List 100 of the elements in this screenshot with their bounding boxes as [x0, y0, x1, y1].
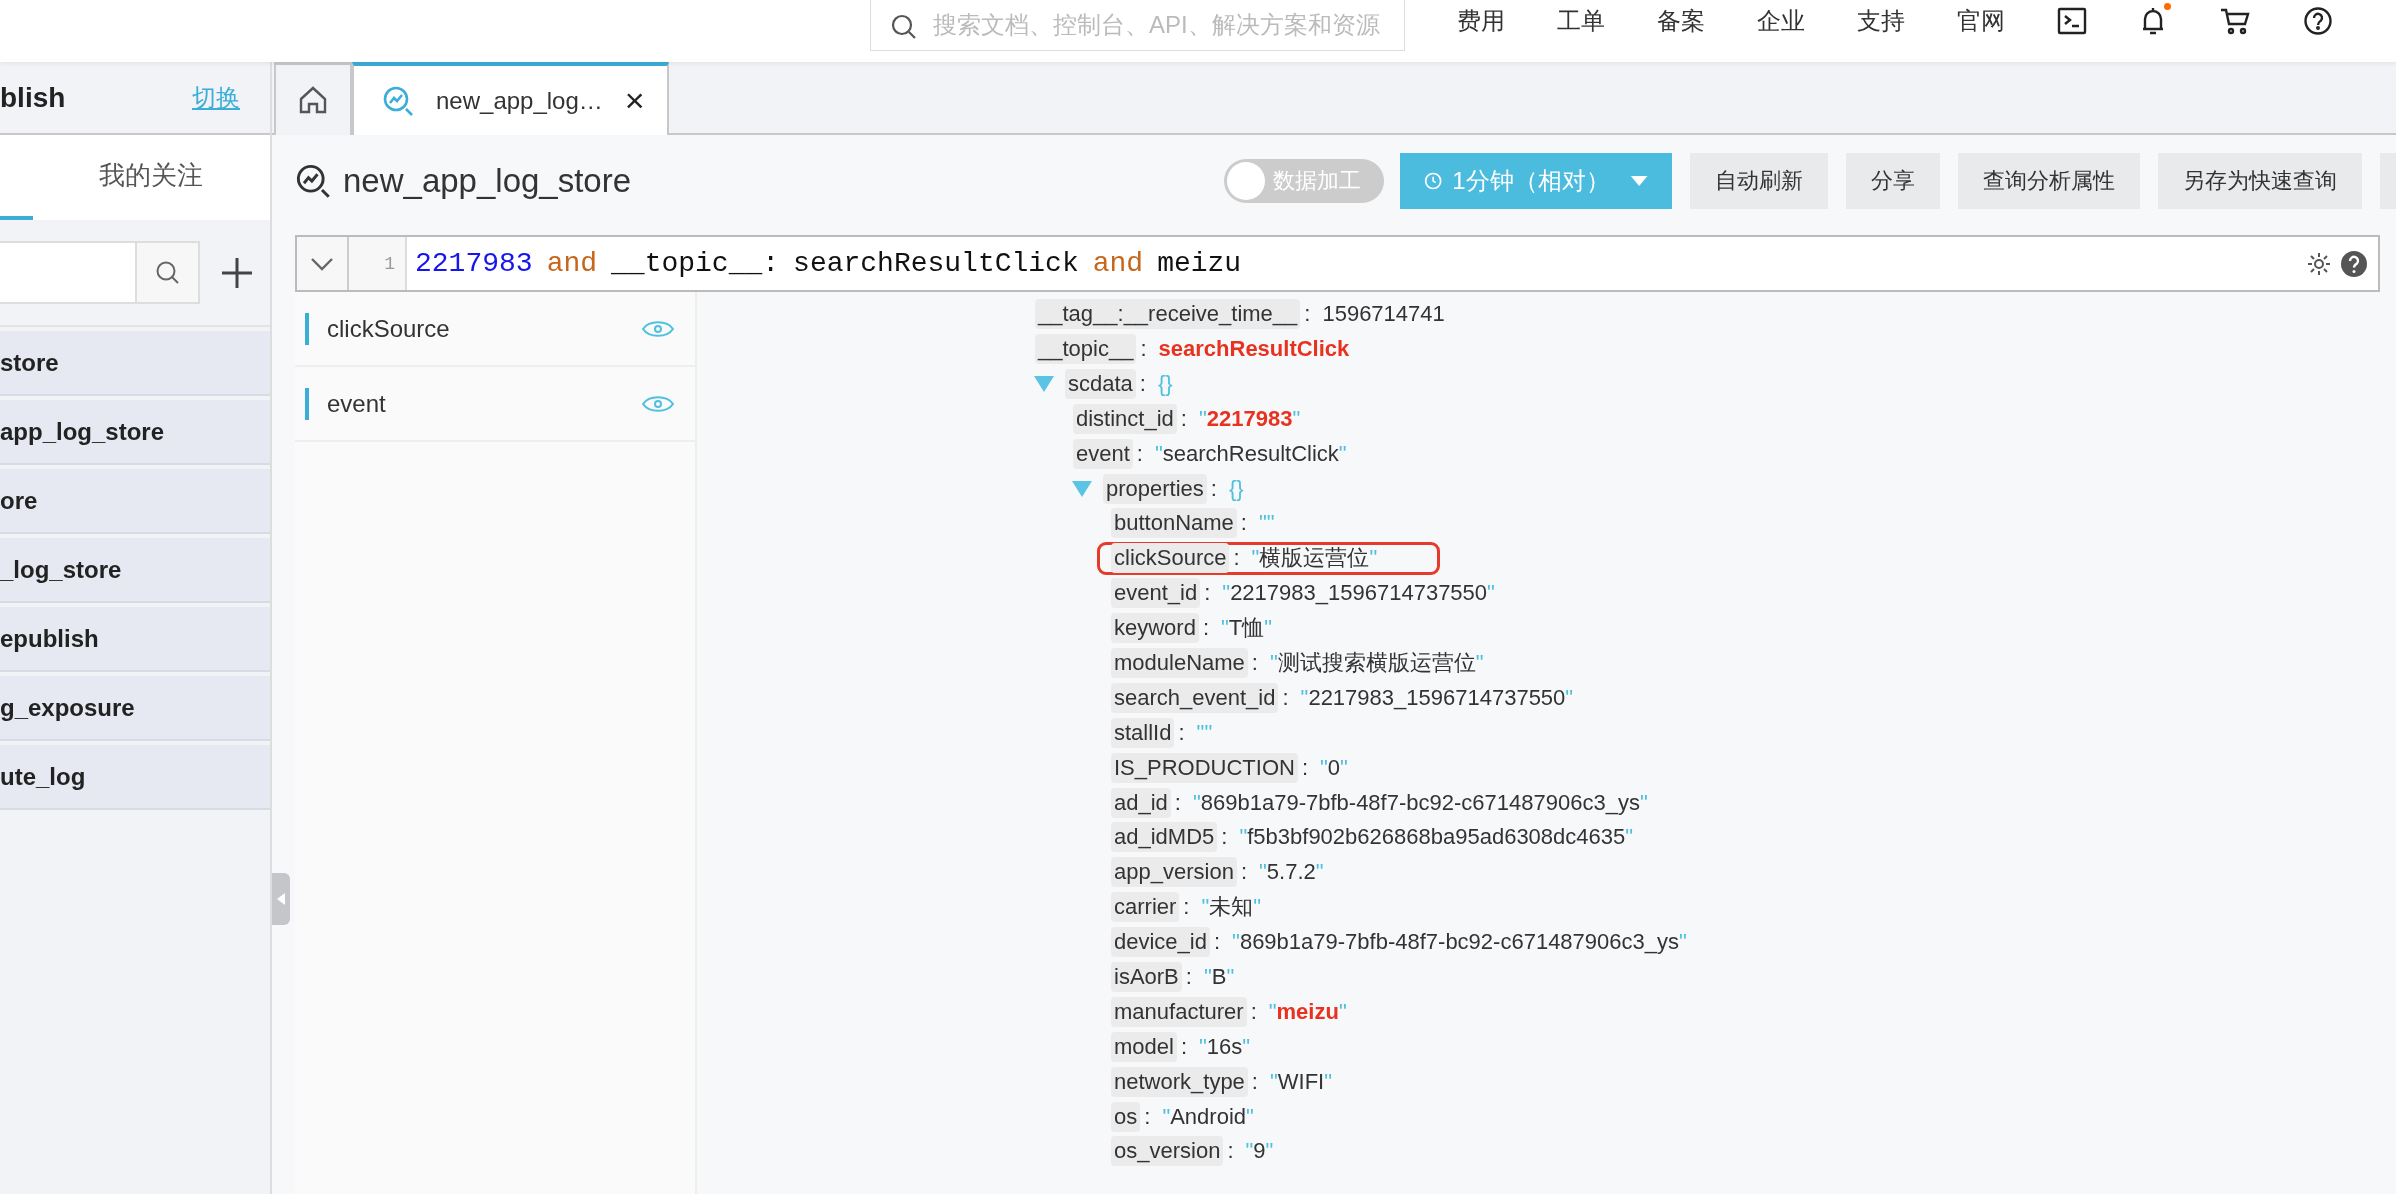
separator: : — [1210, 475, 1217, 502]
separator: : — [1204, 580, 1211, 607]
field-value: "Android" — [1162, 1103, 1254, 1130]
caret-icon — [1629, 174, 1648, 188]
logstore-title: new_app_log_store — [343, 162, 632, 200]
field-value: "T恤" — [1221, 614, 1273, 643]
field-value: "5.7.2" — [1259, 859, 1324, 886]
field-item[interactable]: clickSource — [295, 292, 695, 367]
field-name: clickSource — [327, 314, 451, 343]
field-value: "0" — [1320, 754, 1348, 781]
field-value: "869b1a79-7bfb-48f7-bc92-c671487906c3_ys" — [1232, 929, 1687, 956]
field-key: event_id — [1111, 578, 1201, 609]
separator: : — [1174, 789, 1181, 816]
field-item[interactable]: event — [295, 367, 695, 442]
field-key: carrier — [1111, 892, 1180, 923]
search-field[interactable] — [0, 241, 137, 304]
logstore-item[interactable]: ute_log — [0, 745, 270, 810]
settings-icon[interactable] — [2306, 250, 2332, 277]
field-value: "B" — [1203, 964, 1235, 990]
separator: : — [1183, 894, 1190, 921]
collapse-handle[interactable] — [272, 873, 290, 925]
chevron-icon[interactable] — [310, 256, 334, 271]
separator: : — [1180, 1033, 1188, 1060]
separator: : — [1202, 615, 1210, 642]
field-key: scdata — [1065, 368, 1136, 399]
separator: : — [1180, 405, 1187, 432]
field-key: manufacturer — [1111, 996, 1247, 1027]
field-key: os_version — [1111, 1136, 1224, 1167]
search-button[interactable] — [137, 241, 200, 304]
nav-link[interactable]: 工单 — [1557, 5, 1605, 37]
logstore-item[interactable]: epublish — [0, 607, 270, 672]
field-value: "横版运营位" — [1251, 544, 1378, 573]
field-key: ad_id — [1111, 787, 1171, 818]
separator: : — [1178, 719, 1185, 746]
field-key: __topic__ — [1035, 334, 1137, 364]
nav-link[interactable]: 备案 — [1657, 5, 1705, 37]
field-key: stallId — [1111, 717, 1175, 748]
query-token: 2217983 — [415, 248, 533, 279]
logstore-item[interactable]: app_log_store — [0, 400, 270, 465]
logstore-item[interactable]: _log_store — [0, 538, 270, 603]
help-icon[interactable] — [2303, 6, 2333, 36]
nav-link[interactable]: 官网 — [1957, 5, 2005, 37]
separator: : — [1140, 336, 1147, 362]
close-button[interactable]: × — [624, 81, 645, 120]
search-icon — [891, 14, 917, 40]
logstore-tab[interactable]: new_app_log… × — [352, 62, 669, 135]
field-value: "WIFI" — [1270, 1068, 1333, 1095]
field-value: "9" — [1245, 1138, 1274, 1165]
field-key: properties — [1103, 473, 1207, 504]
field-key: network_type — [1111, 1066, 1248, 1097]
field-value: "2217983_1596714737550" — [1222, 580, 1495, 607]
field-key: IS_PRODUCTION — [1111, 752, 1298, 783]
nav-link[interactable]: 支持 — [1857, 5, 1905, 37]
terminal-icon[interactable] — [2057, 7, 2087, 35]
separator: : — [1233, 545, 1240, 572]
field-value: "未知" — [1201, 893, 1262, 922]
toolbar-button[interactable]: 分享 — [1846, 153, 1940, 209]
separator: : — [1282, 684, 1289, 711]
separator: : — [1240, 859, 1247, 886]
separator: : — [1227, 1138, 1234, 1165]
field-key: __tag__:__receive_time__ — [1035, 299, 1301, 330]
home-tab[interactable] — [274, 62, 352, 135]
clock-icon — [1424, 170, 1443, 192]
project-title: blish — [0, 81, 66, 114]
field-key: moduleName — [1111, 648, 1248, 678]
field-value: "" — [1259, 510, 1275, 537]
field-key: search_event_id — [1111, 682, 1279, 713]
help-icon[interactable] — [2340, 249, 2368, 278]
logstore-item[interactable]: store — [0, 331, 270, 396]
field-key: app_version — [1111, 857, 1237, 888]
toolbar-button[interactable]: 自动刷新 — [1690, 153, 1828, 209]
search-icon — [154, 259, 181, 286]
field-key: device_id — [1111, 927, 1210, 958]
query-token: and — [546, 248, 598, 279]
line-number: 1 — [349, 237, 407, 290]
field-key: clickSource — [1111, 543, 1230, 574]
separator: : — [1301, 754, 1309, 781]
logstore-item[interactable]: ore — [0, 469, 270, 534]
search-field[interactable]: 搜索文档、控制台、API、解决方案和资源 — [870, 0, 1405, 51]
cart-icon[interactable] — [2219, 6, 2251, 36]
field-key: ad_idMD5 — [1111, 822, 1218, 853]
query-editor[interactable]: 1 2217983 and __topic__: searchResultClick and meizu — [295, 235, 2380, 292]
toolbar-button[interactable]: 查询分析属性 — [1958, 153, 2140, 209]
field-value: {} — [1228, 475, 1244, 502]
chart-search-icon — [295, 163, 331, 199]
separator: : — [1251, 1068, 1258, 1095]
nav-link[interactable]: 费用 — [1457, 5, 1505, 37]
nav-link[interactable]: 企业 — [1757, 5, 1805, 37]
field-value: "f5b3bf902b626868ba95ad6308dc4635" — [1239, 824, 1634, 851]
field-value: "meizu" — [1268, 998, 1347, 1025]
field-key: isAorB — [1111, 962, 1182, 992]
field-value: {} — [1157, 370, 1173, 397]
field-key: event — [1073, 438, 1133, 469]
field-key: distinct_id — [1073, 403, 1177, 434]
logstore-item[interactable]: g_exposure — [0, 676, 270, 741]
separator: : — [1185, 964, 1192, 990]
add-icon[interactable] — [220, 255, 254, 290]
separator: : — [1250, 998, 1257, 1025]
field-value: "searchResultClick" — [1154, 440, 1347, 467]
toolbar-button[interactable]: 另存为快速查询 — [2158, 153, 2362, 209]
